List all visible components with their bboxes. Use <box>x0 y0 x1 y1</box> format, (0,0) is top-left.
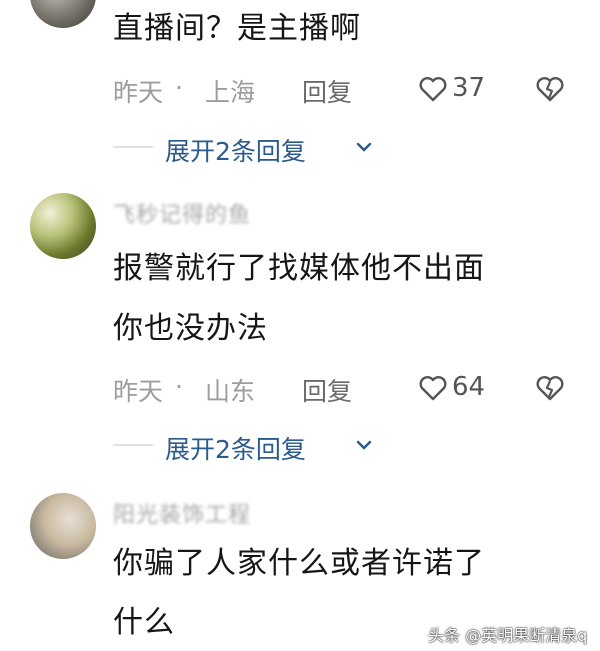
avatar[interactable] <box>30 193 96 259</box>
expand-replies-link[interactable]: 展开2条回复 <box>165 430 306 466</box>
avatar[interactable] <box>30 493 96 559</box>
heart-icon[interactable] <box>418 75 448 103</box>
comment-time: 昨天 <box>113 377 164 406</box>
reply-button[interactable]: 回复 <box>302 372 352 408</box>
username[interactable]: 飞秒记得的鱼 <box>113 197 251 229</box>
reply-button[interactable]: 回复 <box>302 73 352 109</box>
like-count: 64 <box>452 372 486 402</box>
comment-location: 上海 <box>205 78 256 107</box>
comment-text: 报警就行了找媒体他不出面 <box>113 251 485 286</box>
meta-separator: · <box>175 372 183 401</box>
username[interactable]: 阳光装饰工程 <box>113 497 251 529</box>
dislike-icon[interactable] <box>535 75 565 103</box>
chevron-down-icon[interactable] <box>355 436 373 454</box>
expand-replies-link[interactable]: 展开2条回复 <box>165 132 306 168</box>
watermark: 头条 @英明果断清泉q <box>428 626 588 645</box>
like-count: 37 <box>452 73 486 103</box>
avatar[interactable] <box>30 0 96 28</box>
comment-text: 你骗了人家什么或者许诺了 <box>113 546 485 581</box>
chevron-down-icon[interactable] <box>355 138 373 156</box>
dislike-icon[interactable] <box>535 374 565 402</box>
comment-text: 你也没办法 <box>113 311 268 346</box>
divider <box>113 146 153 148</box>
comment-time: 昨天 <box>113 78 164 107</box>
comment-location: 山东 <box>205 377 256 406</box>
heart-icon[interactable] <box>418 374 448 402</box>
comment-text: 什么 <box>113 605 175 640</box>
meta-separator: · <box>175 73 183 102</box>
comment-text: 直播间？是主播啊 <box>113 11 361 46</box>
divider <box>113 444 153 446</box>
